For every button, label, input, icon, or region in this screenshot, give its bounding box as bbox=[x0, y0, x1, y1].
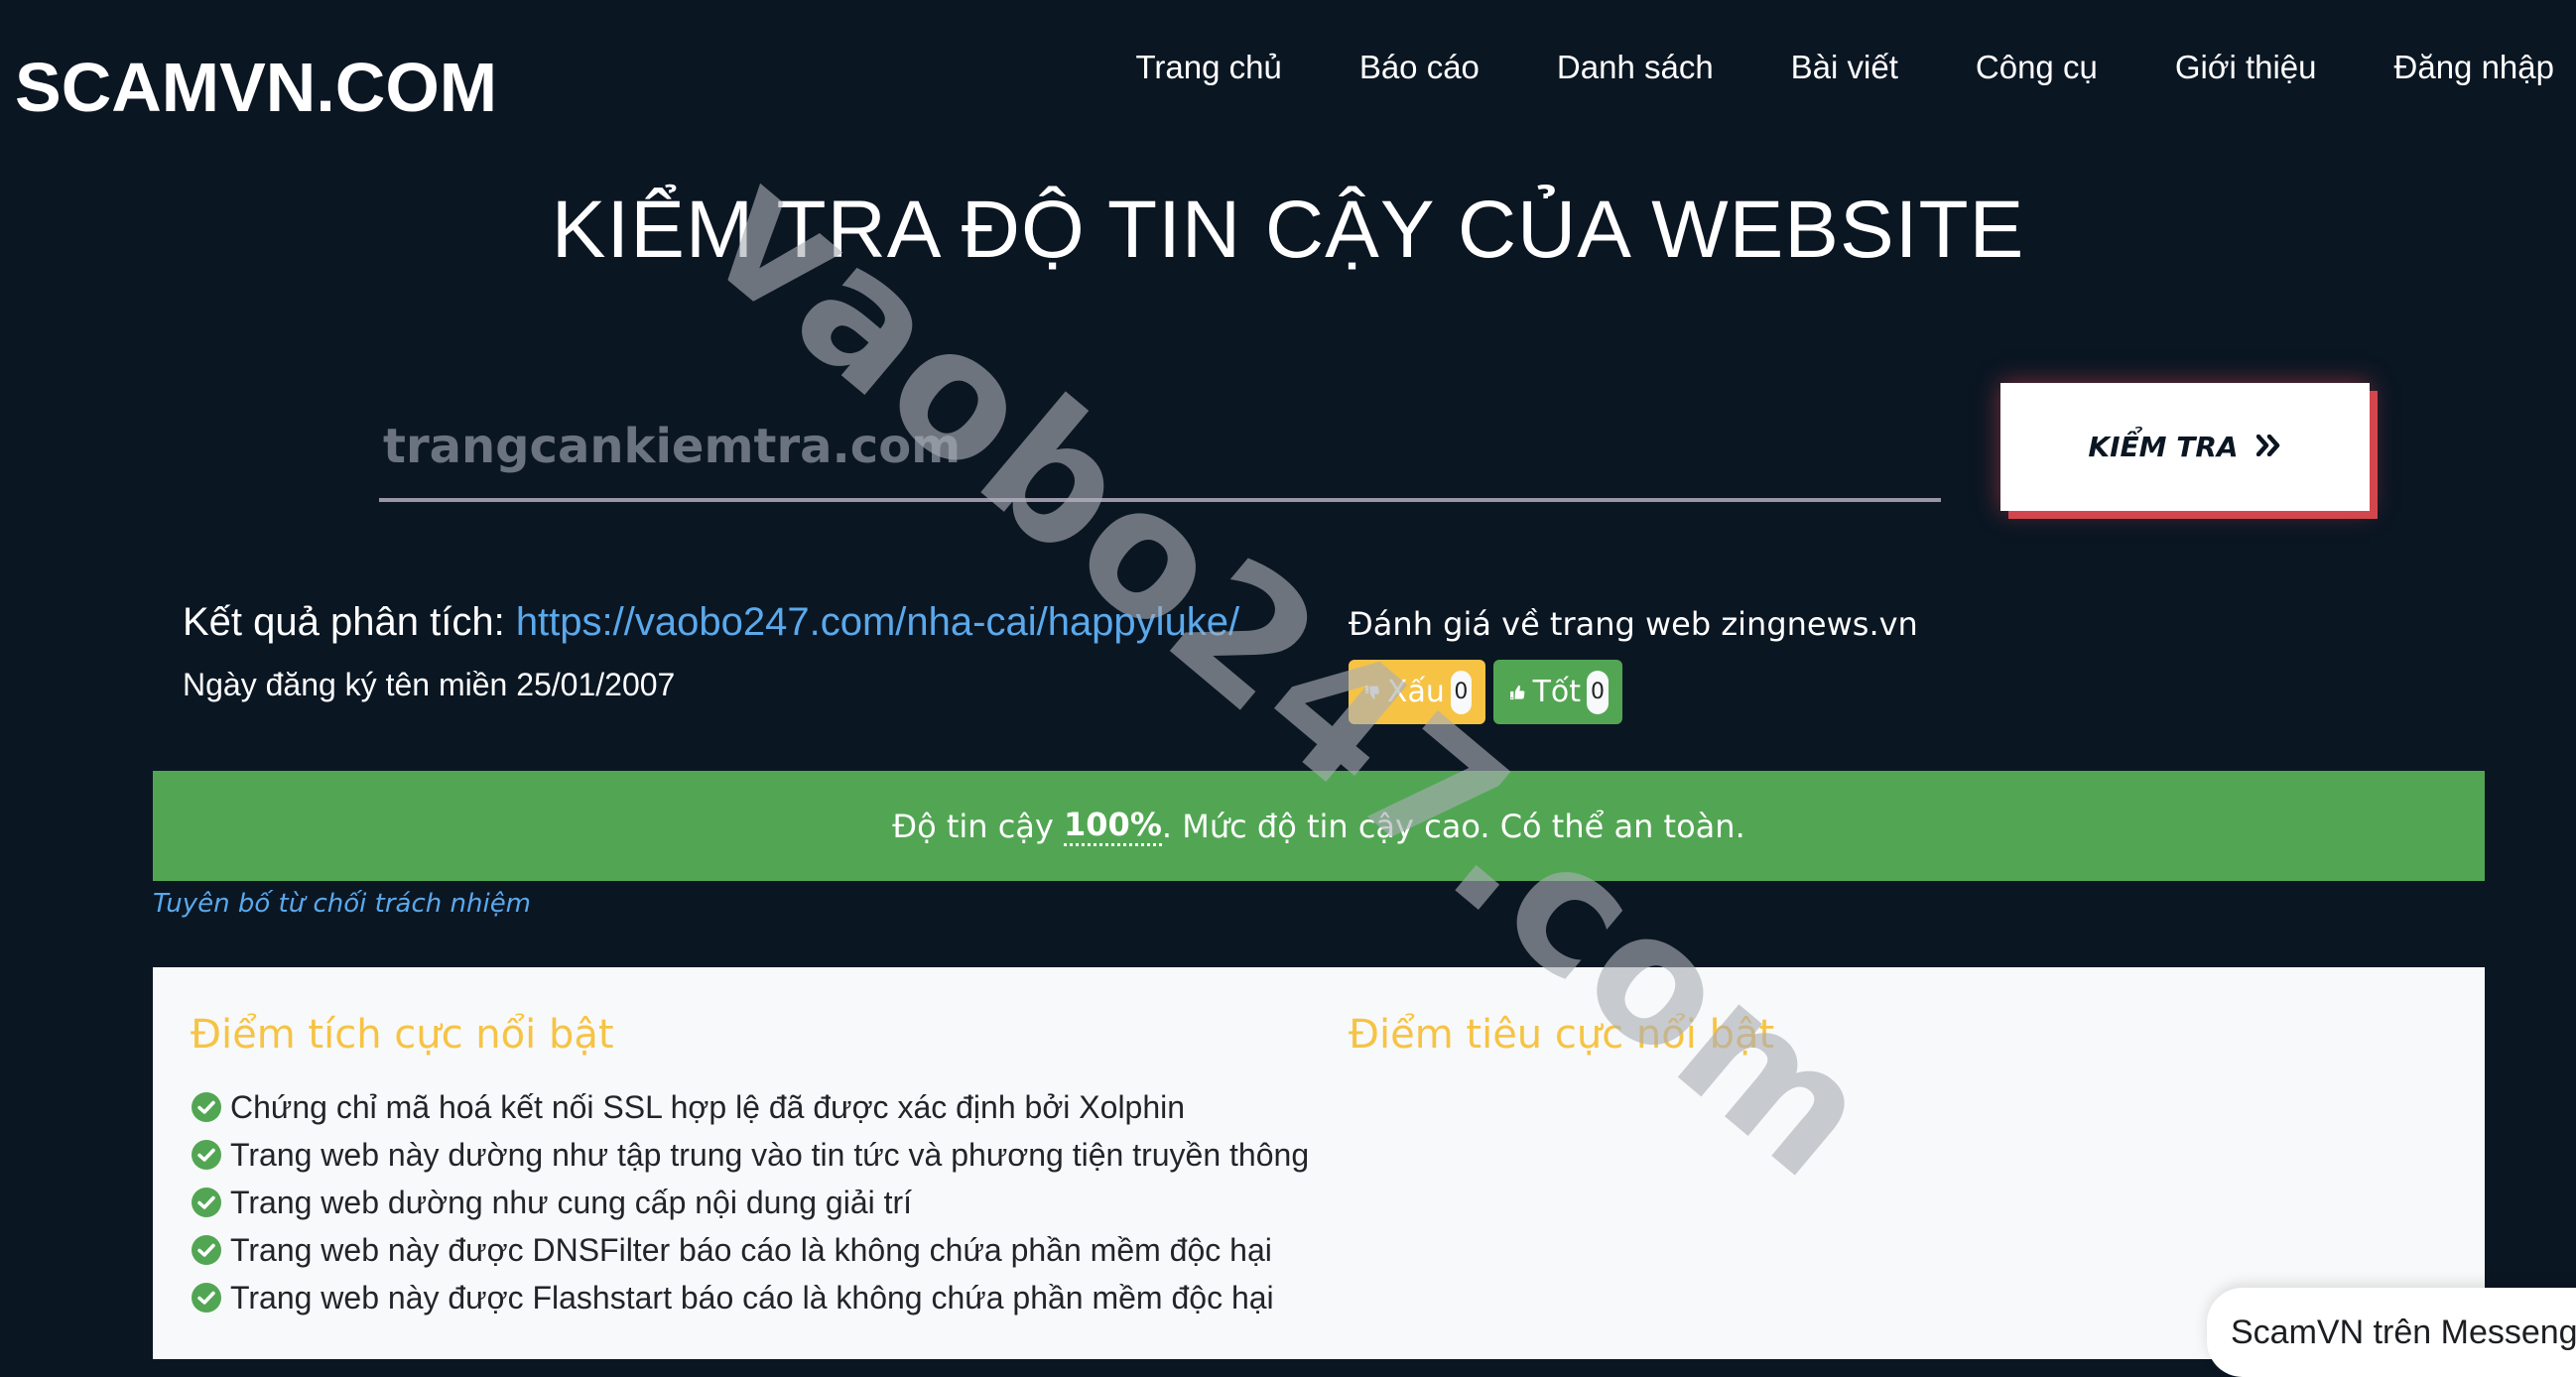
list-item-text: Trang web này được Flashstart báo cáo là… bbox=[230, 1279, 1274, 1315]
thumbs-down-icon bbox=[1365, 685, 1379, 699]
result-url-link[interactable]: https://vaobo247.com/nha-cai/happyluke/ bbox=[516, 600, 1239, 644]
check-button-label: KIỂM TRA bbox=[2088, 431, 2239, 463]
trust-score-banner: Độ tin cậy 100%. Mức độ tin cậy cao. Có … bbox=[153, 771, 2485, 881]
nav-item-list[interactable]: Danh sách bbox=[1557, 46, 1714, 89]
nav-item-home[interactable]: Trang chủ bbox=[1135, 46, 1281, 89]
check-circle-icon bbox=[192, 1140, 221, 1170]
rating-buttons: Xấu 0 Tốt 0 bbox=[1349, 660, 1622, 724]
nav-item-articles[interactable]: Bài viết bbox=[1791, 46, 1898, 89]
trust-suffix: . Mức độ tin cậy cao. Có thể an toàn. bbox=[1161, 807, 1745, 845]
thumbs-up-icon bbox=[1510, 685, 1525, 699]
list-item-text: Trang web dường như cung cấp nội dung gi… bbox=[230, 1184, 913, 1220]
nav-item-reports[interactable]: Báo cáo bbox=[1359, 46, 1480, 89]
check-circle-icon bbox=[192, 1188, 221, 1217]
messenger-label: ScamVN trên Messenger bbox=[2231, 1313, 2576, 1351]
rating-title: Đánh giá về trang web zingnews.vn bbox=[1349, 605, 1918, 643]
nav-item-about[interactable]: Giới thiệu bbox=[2175, 46, 2317, 89]
rate-bad-label: Xấu bbox=[1386, 675, 1445, 709]
rate-good-button[interactable]: Tốt 0 bbox=[1493, 660, 1622, 724]
list-item: Chứng chỉ mã hoá kết nối SSL hợp lệ đã đ… bbox=[191, 1083, 1309, 1131]
list-item-text: Chứng chỉ mã hoá kết nối SSL hợp lệ đã đ… bbox=[230, 1088, 1186, 1125]
domain-registration-date: Ngày đăng ký tên miền 25/01/2007 bbox=[183, 667, 676, 702]
negative-heading: Điểm tiêu cực nổi bật bbox=[1349, 1012, 1775, 1058]
list-item-text: Trang web này dường như tập trung vào ti… bbox=[230, 1136, 1310, 1173]
nav-item-login[interactable]: Đăng nhập bbox=[2394, 46, 2554, 89]
website-url-input[interactable] bbox=[379, 407, 1949, 486]
rate-bad-count: 0 bbox=[1450, 670, 1472, 714]
disclaimer-link[interactable]: Tuyên bố từ chối trách nhiệm bbox=[153, 889, 531, 919]
positive-heading: Điểm tích cực nổi bật bbox=[191, 1012, 614, 1058]
rate-good-count: 0 bbox=[1587, 670, 1609, 714]
messenger-chat-button[interactable]: ScamVN trên Messenger bbox=[2207, 1288, 2576, 1377]
trust-percent: 100% bbox=[1064, 806, 1162, 846]
check-circle-icon bbox=[192, 1283, 221, 1313]
page-title: KIỂM TRA ĐỘ TIN CẬY CỦA WEBSITE bbox=[551, 185, 2025, 275]
list-item: Trang web dường như cung cấp nội dung gi… bbox=[191, 1179, 1309, 1226]
check-circle-icon bbox=[192, 1092, 221, 1122]
rate-good-label: Tốt bbox=[1532, 675, 1582, 709]
search-field-wrapper bbox=[379, 387, 1949, 502]
list-item: Trang web này được Flashstart báo cáo là… bbox=[191, 1274, 1309, 1321]
site-logo[interactable]: SCAMVN.COM bbox=[15, 48, 497, 127]
result-label: Kết quả phân tích: bbox=[183, 600, 505, 644]
trust-prefix: Độ tin cậy bbox=[892, 807, 1054, 845]
positive-highlights: Điểm tích cực nổi bật Chứng chỉ mã hoá k… bbox=[191, 1012, 1309, 1321]
rate-bad-button[interactable]: Xấu 0 bbox=[1349, 660, 1485, 724]
double-chevron-right-icon bbox=[2255, 431, 2282, 463]
highlights-panel: Điểm tích cực nổi bật Chứng chỉ mã hoá k… bbox=[153, 967, 2485, 1359]
list-item: Trang web này được DNSFilter báo cáo là … bbox=[191, 1226, 1309, 1274]
positive-list: Chứng chỉ mã hoá kết nối SSL hợp lệ đã đ… bbox=[191, 1083, 1309, 1321]
analysis-result: Kết quả phân tích: https://vaobo247.com/… bbox=[183, 600, 1239, 645]
check-button[interactable]: KIỂM TRA bbox=[2000, 383, 2370, 511]
list-item-text: Trang web này được DNSFilter báo cáo là … bbox=[230, 1231, 1272, 1268]
check-circle-icon bbox=[192, 1235, 221, 1265]
negative-highlights: Điểm tiêu cực nổi bật bbox=[1349, 1012, 1774, 1083]
nav-item-tools[interactable]: Công cụ bbox=[1976, 46, 2098, 89]
main-nav: Trang chủ Báo cáo Danh sách Bài viết Côn… bbox=[1058, 46, 2554, 89]
list-item: Trang web này dường như tập trung vào ti… bbox=[191, 1131, 1309, 1179]
